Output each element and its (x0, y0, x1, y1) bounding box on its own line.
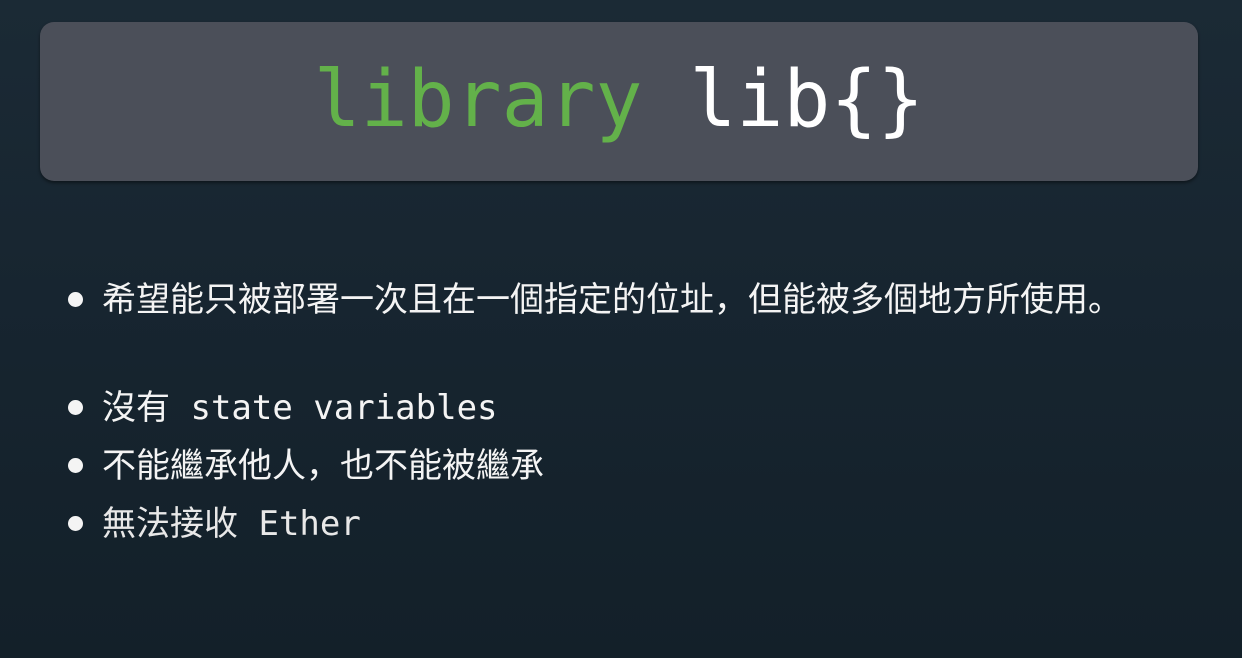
bullet-dot-icon (68, 516, 83, 531)
bullet-item-3: 不能繼承他人，也不能被繼承 (66, 440, 1216, 492)
bullet-dot-icon (68, 400, 83, 415)
title-keyword: library (313, 54, 643, 145)
bullet-text: 不能繼承他人，也不能被繼承 (102, 446, 544, 486)
bullet-item-1: 希望能只被部署一次且在一個指定的位址，但能被多個地方所使用。 (66, 274, 1216, 326)
bullet-code: state variables (170, 388, 498, 428)
slide-title: library lib{} (314, 61, 925, 139)
bullet-text: 希望能只被部署一次且在一個指定的位址，但能被多個地方所使用。 (102, 280, 1122, 320)
bullet-item-2: 沒有 state variables (66, 382, 1216, 434)
bullet-dot-icon (68, 458, 83, 473)
bullet-prefix: 沒有 (102, 388, 170, 428)
bullet-code: Ether (238, 504, 361, 544)
bullet-item-4: 無法接收 Ether (66, 498, 1216, 550)
bullet-dot-icon (68, 292, 83, 307)
bullet-list: 希望能只被部署一次且在一個指定的位址，但能被多個地方所使用。 沒有 state … (66, 274, 1216, 550)
title-box: library lib{} (40, 22, 1198, 181)
title-name: lib{} (642, 54, 925, 145)
bullet-prefix: 無法接收 (102, 504, 238, 544)
